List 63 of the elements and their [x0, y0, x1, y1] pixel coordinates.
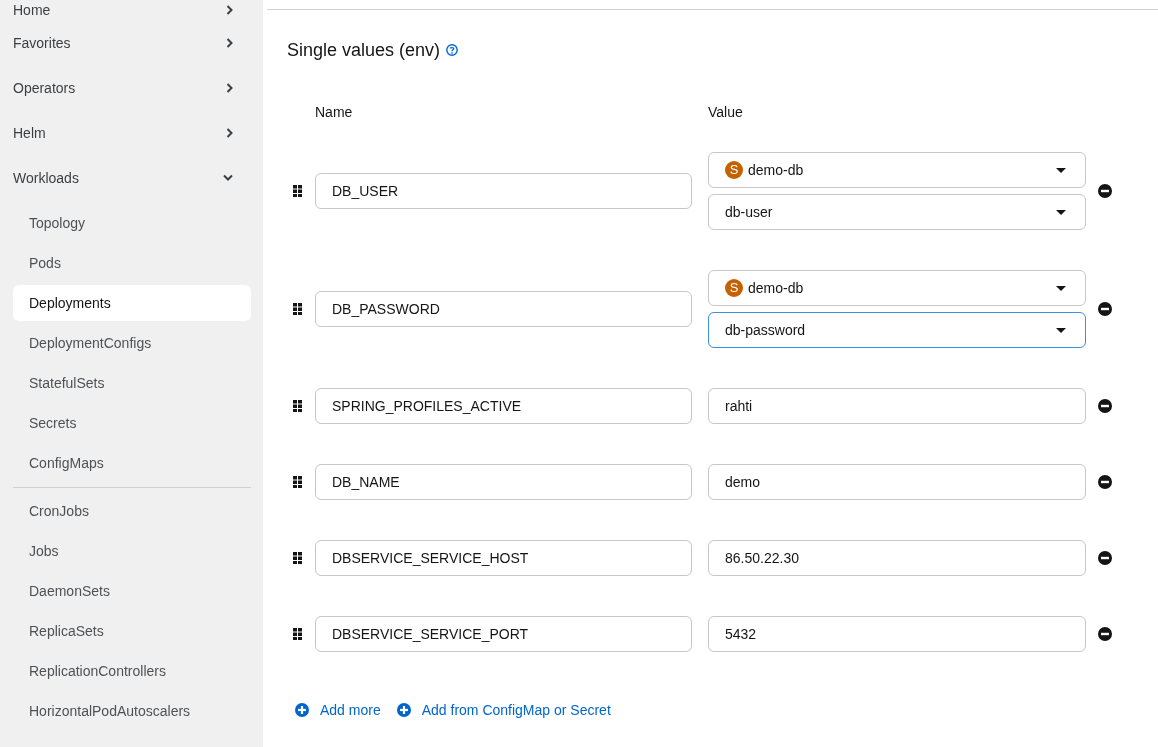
sidebar-item[interactable]: Favorites	[0, 20, 263, 65]
chevron-right-icon	[226, 127, 233, 138]
sidebar-link[interactable]: ReplicaSets	[13, 613, 251, 649]
sidebar-link[interactable]: HorizontalPodAutoscalers	[13, 693, 251, 729]
name-input[interactable]: DB_PASSWORD	[315, 291, 692, 327]
name-input[interactable]: DBSERVICE_SERVICE_HOST	[315, 540, 692, 576]
chevron-right-icon	[226, 82, 233, 93]
name-input[interactable]: DBSERVICE_SERVICE_PORT	[315, 616, 692, 652]
resource-select[interactable]: S demo-db	[708, 270, 1086, 306]
sidebar-link[interactable]: Jobs	[13, 533, 251, 569]
section-title: Single values (env)	[287, 39, 441, 62]
secret-badge: S	[725, 161, 743, 179]
drag-handle-icon[interactable]	[293, 628, 302, 640]
chevron-down-icon	[223, 174, 233, 181]
remove-icon[interactable]	[1098, 627, 1112, 641]
sidebar-link[interactable]: Topology	[13, 205, 251, 241]
value-input[interactable]: demo	[708, 464, 1086, 500]
key-select[interactable]: db-password	[708, 312, 1086, 348]
sidebar-link[interactable]: ReplicationControllers	[13, 653, 251, 689]
chevron-right-icon	[226, 5, 233, 15]
remove-icon[interactable]	[1098, 399, 1112, 413]
add-link[interactable]: Add more	[295, 700, 381, 720]
sidebar-item[interactable]: Helm	[0, 110, 263, 155]
plus-circle-icon	[396, 703, 411, 717]
drag-handle-icon[interactable]	[293, 552, 302, 564]
add-link[interactable]: Add from ConfigMap or Secret	[396, 700, 611, 720]
column-header: Value	[708, 103, 743, 122]
name-input[interactable]: SPRING_PROFILES_ACTIVE	[315, 388, 692, 424]
caret-down-icon	[1056, 285, 1066, 291]
caret-down-icon	[1056, 327, 1066, 333]
name-input[interactable]: DB_USER	[315, 173, 692, 209]
drag-handle-icon[interactable]	[293, 400, 302, 412]
sidebar-link[interactable]: DeploymentConfigs	[13, 325, 251, 361]
drag-handle-icon[interactable]	[293, 185, 302, 197]
value-input[interactable]: 86.50.22.30	[708, 540, 1086, 576]
remove-icon[interactable]	[1098, 551, 1112, 565]
sidebar-link[interactable]: DaemonSets	[13, 573, 251, 609]
column-header: Name	[315, 103, 353, 122]
sidebar-link[interactable]: CronJobs	[13, 493, 251, 529]
drag-handle-icon[interactable]	[293, 303, 302, 315]
remove-icon[interactable]	[1098, 302, 1112, 316]
name-input[interactable]: DB_NAME	[315, 464, 692, 500]
value-input[interactable]: rahti	[708, 388, 1086, 424]
chevron-right-icon	[226, 37, 233, 48]
sidebar-link[interactable]: Secrets	[13, 405, 251, 441]
sidebar-item[interactable]: Workloads	[0, 155, 263, 200]
secret-badge: S	[725, 279, 743, 297]
caret-down-icon	[1056, 167, 1066, 173]
caret-down-icon	[1056, 209, 1066, 215]
remove-icon[interactable]	[1098, 475, 1112, 489]
drag-handle-icon[interactable]	[293, 476, 302, 488]
sidebar-link[interactable]: Deployments	[13, 285, 251, 321]
sidebar-link[interactable]: Pods	[13, 245, 251, 281]
sidebar-link[interactable]: ConfigMaps	[13, 445, 251, 481]
resource-select[interactable]: S demo-db	[708, 152, 1086, 188]
help-icon[interactable]	[446, 44, 459, 56]
sidebar-item[interactable]: Home	[0, 0, 263, 20]
sidebar-link[interactable]: StatefulSets	[13, 365, 251, 401]
plus-circle-icon	[295, 703, 309, 717]
key-select[interactable]: db-user	[708, 194, 1086, 230]
value-input[interactable]: 5432	[708, 616, 1086, 652]
remove-icon[interactable]	[1098, 184, 1112, 198]
sidebar-item[interactable]: Operators	[0, 65, 263, 110]
